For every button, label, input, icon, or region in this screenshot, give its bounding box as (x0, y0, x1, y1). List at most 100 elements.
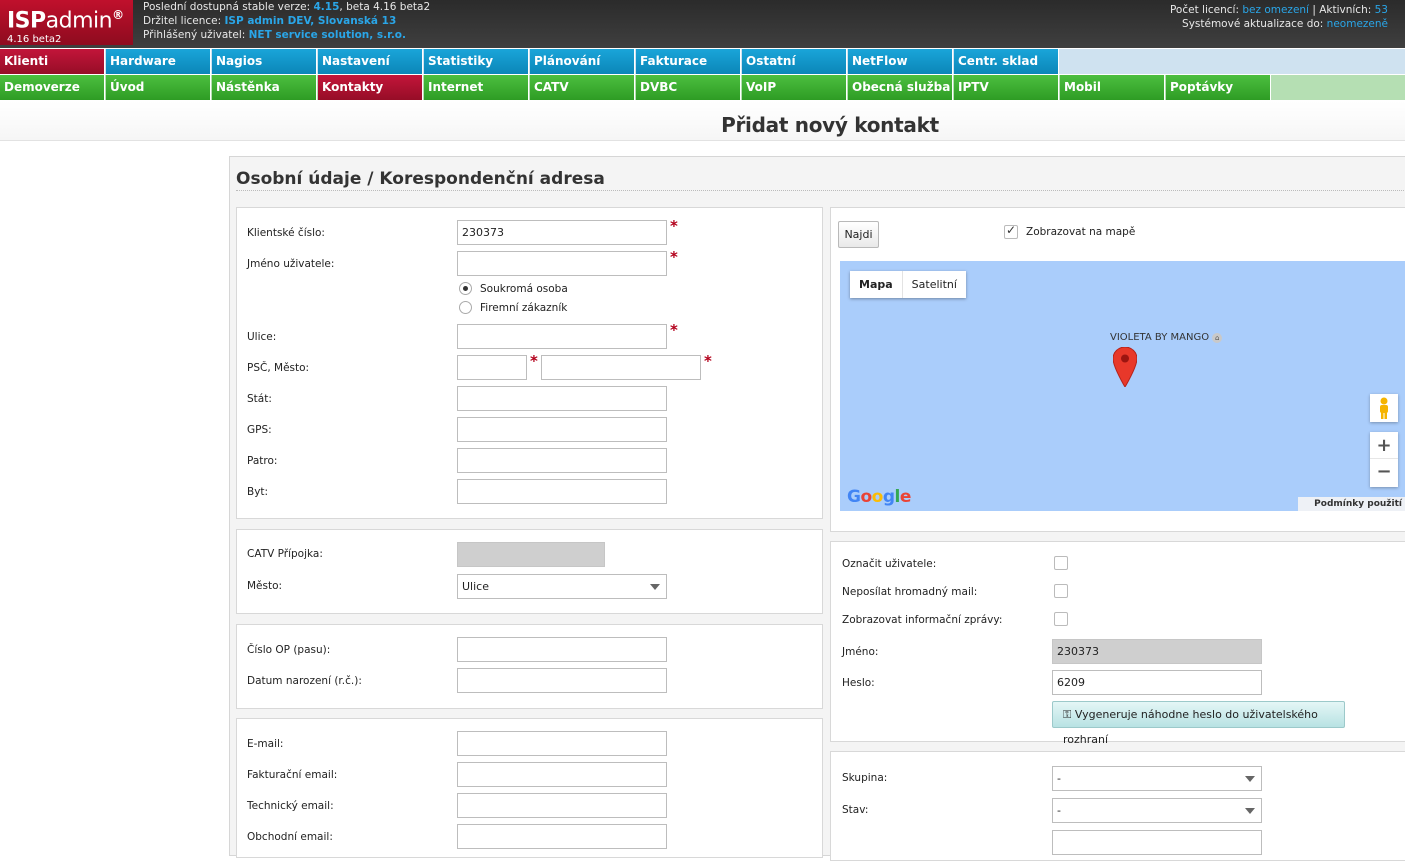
nav-planovani[interactable]: Plánování (530, 49, 635, 74)
license-info: Počet licencí: bez omezení | Aktivních: … (1169, 4, 1388, 30)
stable-version-link[interactable]: 4.15 (313, 1, 339, 13)
nav-nastaveni[interactable]: Nastavení (318, 49, 423, 74)
nav-nagios[interactable]: Nagios (212, 49, 317, 74)
subnav-catv[interactable]: CATV (530, 75, 635, 100)
no-bulk-mail-label: Neposílat hromadný mail: (842, 586, 978, 598)
floor-label: Patro: (247, 455, 278, 467)
status-label: Stav: (842, 804, 869, 816)
map-terms-link[interactable]: Podmínky použití (1298, 497, 1405, 511)
password-input[interactable]: 6209 (1052, 670, 1262, 695)
map-marker-icon[interactable] (1113, 347, 1137, 387)
username-input[interactable] (457, 251, 667, 276)
zoom-control: + − (1370, 432, 1398, 487)
main-nav: Klienti Hardware Nagios Nastavení Statis… (0, 49, 1405, 74)
mark-user-checkbox[interactable] (1054, 556, 1068, 570)
pegman-icon (1380, 397, 1388, 419)
subnav-internet[interactable]: Internet (424, 75, 529, 100)
nav-ostatni[interactable]: Ostatní (742, 49, 847, 74)
nav-klienti[interactable]: Klienti (0, 49, 105, 74)
required-mark: * (670, 321, 678, 339)
billing-email-label: Fakturační email: (247, 769, 338, 781)
password-label: Heslo: (842, 677, 875, 689)
client-number-label: Klientské číslo: (247, 227, 325, 239)
group-select[interactable]: - (1052, 766, 1262, 791)
email-input[interactable] (457, 731, 667, 756)
nav-netflow[interactable]: NetFlow (848, 49, 953, 74)
tech-email-input[interactable] (457, 793, 667, 818)
page-title: Přidat nový kontakt (721, 113, 939, 137)
subnav-nastenka[interactable]: Nástěnka (212, 75, 317, 100)
email-label: E-mail: (247, 738, 284, 750)
state-input[interactable] (457, 386, 667, 411)
required-mark: * (704, 352, 712, 370)
required-mark: * (670, 217, 678, 235)
subnav-kontakty[interactable]: Kontakty (318, 75, 423, 100)
nav-hardware[interactable]: Hardware (106, 49, 211, 74)
google-logo: Google (847, 487, 911, 507)
birth-date-input[interactable] (457, 668, 667, 693)
subnav-mobil[interactable]: Mobil (1060, 75, 1165, 100)
mark-user-label: Označit uživatele: (842, 558, 937, 570)
catv-connection-label: CATV Přípojka: (247, 548, 323, 560)
login-name-label: Jméno: (842, 646, 879, 658)
no-bulk-mail-checkbox[interactable] (1054, 584, 1068, 598)
client-number-input[interactable]: 230373 (457, 220, 667, 245)
subnav-uvod[interactable]: Úvod (106, 75, 211, 100)
ispadmin-logo[interactable]: ISPadmin® 4.16 beta2 (0, 0, 133, 45)
zoom-in-button[interactable]: + (1370, 432, 1398, 459)
license-holder-link[interactable]: ISP admin DEV, Slovanská 13 (225, 15, 397, 27)
map-type-map[interactable]: Mapa (850, 271, 903, 298)
third-select[interactable] (1052, 830, 1262, 855)
gps-input[interactable] (457, 417, 667, 442)
pegman-button[interactable] (1370, 394, 1398, 422)
catv-connection-input (457, 542, 605, 567)
subnav-demoverze[interactable]: Demoverze (0, 75, 105, 100)
billing-email-input[interactable] (457, 762, 667, 787)
chevron-down-icon (1245, 808, 1255, 814)
nav-fakturace[interactable]: Fakturace (636, 49, 741, 74)
id-number-label: Číslo OP (pasu): (247, 644, 331, 656)
show-on-map-checkbox[interactable]: ✓ (1004, 223, 1018, 239)
flat-input[interactable] (457, 479, 667, 504)
show-on-map-label: Zobrazovat na mapě (1026, 226, 1136, 238)
radio-private-person[interactable] (459, 282, 472, 295)
map-type-satellite[interactable]: Satelitní (903, 271, 966, 298)
status-select[interactable]: - (1052, 798, 1262, 823)
street-input[interactable] (457, 324, 667, 349)
find-button[interactable]: Najdi (838, 221, 879, 248)
zip-input[interactable] (457, 355, 527, 380)
nav-centr-sklad[interactable]: Centr. sklad (954, 49, 1059, 74)
generate-password-button[interactable]: ⚿ Vygeneruje náhodne heslo do uživatelsk… (1052, 701, 1345, 746)
id-number-input[interactable] (457, 637, 667, 662)
google-map[interactable]: Mapa Satelitní VIOLETA BY MANGO ⌂ + − Goo… (840, 261, 1405, 511)
logged-user-link[interactable]: NET service solution, s.r.o. (249, 29, 406, 41)
subnav-voip[interactable]: VoIP (742, 75, 847, 100)
nav-statistiky[interactable]: Statistiky (424, 49, 529, 74)
subnav-poptavky[interactable]: Poptávky (1166, 75, 1271, 100)
birth-date-label: Datum narození (r.č.): (247, 675, 362, 687)
section-divider (236, 190, 1405, 191)
catv-city-select[interactable]: Ulice (457, 574, 667, 599)
top-header: ISPadmin® 4.16 beta2 Poslední dostupná s… (0, 0, 1405, 48)
catv-city-label: Město: (247, 580, 283, 592)
city-input[interactable] (541, 355, 701, 380)
show-info-messages-label: Zobrazovat informační zprávy: (842, 614, 1003, 626)
radio-company[interactable] (459, 301, 472, 314)
tech-email-label: Technický email: (247, 800, 334, 812)
flat-label: Byt: (247, 486, 269, 498)
sales-email-input[interactable] (457, 824, 667, 849)
subnav-obecna-sluzba[interactable]: Obecná služba (848, 75, 953, 100)
key-icon: ⚿ (1063, 708, 1072, 721)
map-place-label[interactable]: VIOLETA BY MANGO ⌂ (1110, 332, 1223, 343)
zoom-out-button[interactable]: − (1370, 459, 1398, 486)
radio-company-label: Firemní zákazník (480, 302, 568, 314)
show-info-messages-checkbox[interactable] (1054, 612, 1068, 626)
floor-input[interactable] (457, 448, 667, 473)
subnav-iptv[interactable]: IPTV (954, 75, 1059, 100)
radio-private-label: Soukromá osoba (480, 283, 568, 295)
sales-email-label: Obchodní email: (247, 831, 333, 843)
chevron-down-icon (650, 584, 660, 590)
login-name-input: 230373 (1052, 639, 1262, 664)
zip-city-label: PSČ, Město: (247, 362, 310, 374)
subnav-dvbc[interactable]: DVBC (636, 75, 741, 100)
